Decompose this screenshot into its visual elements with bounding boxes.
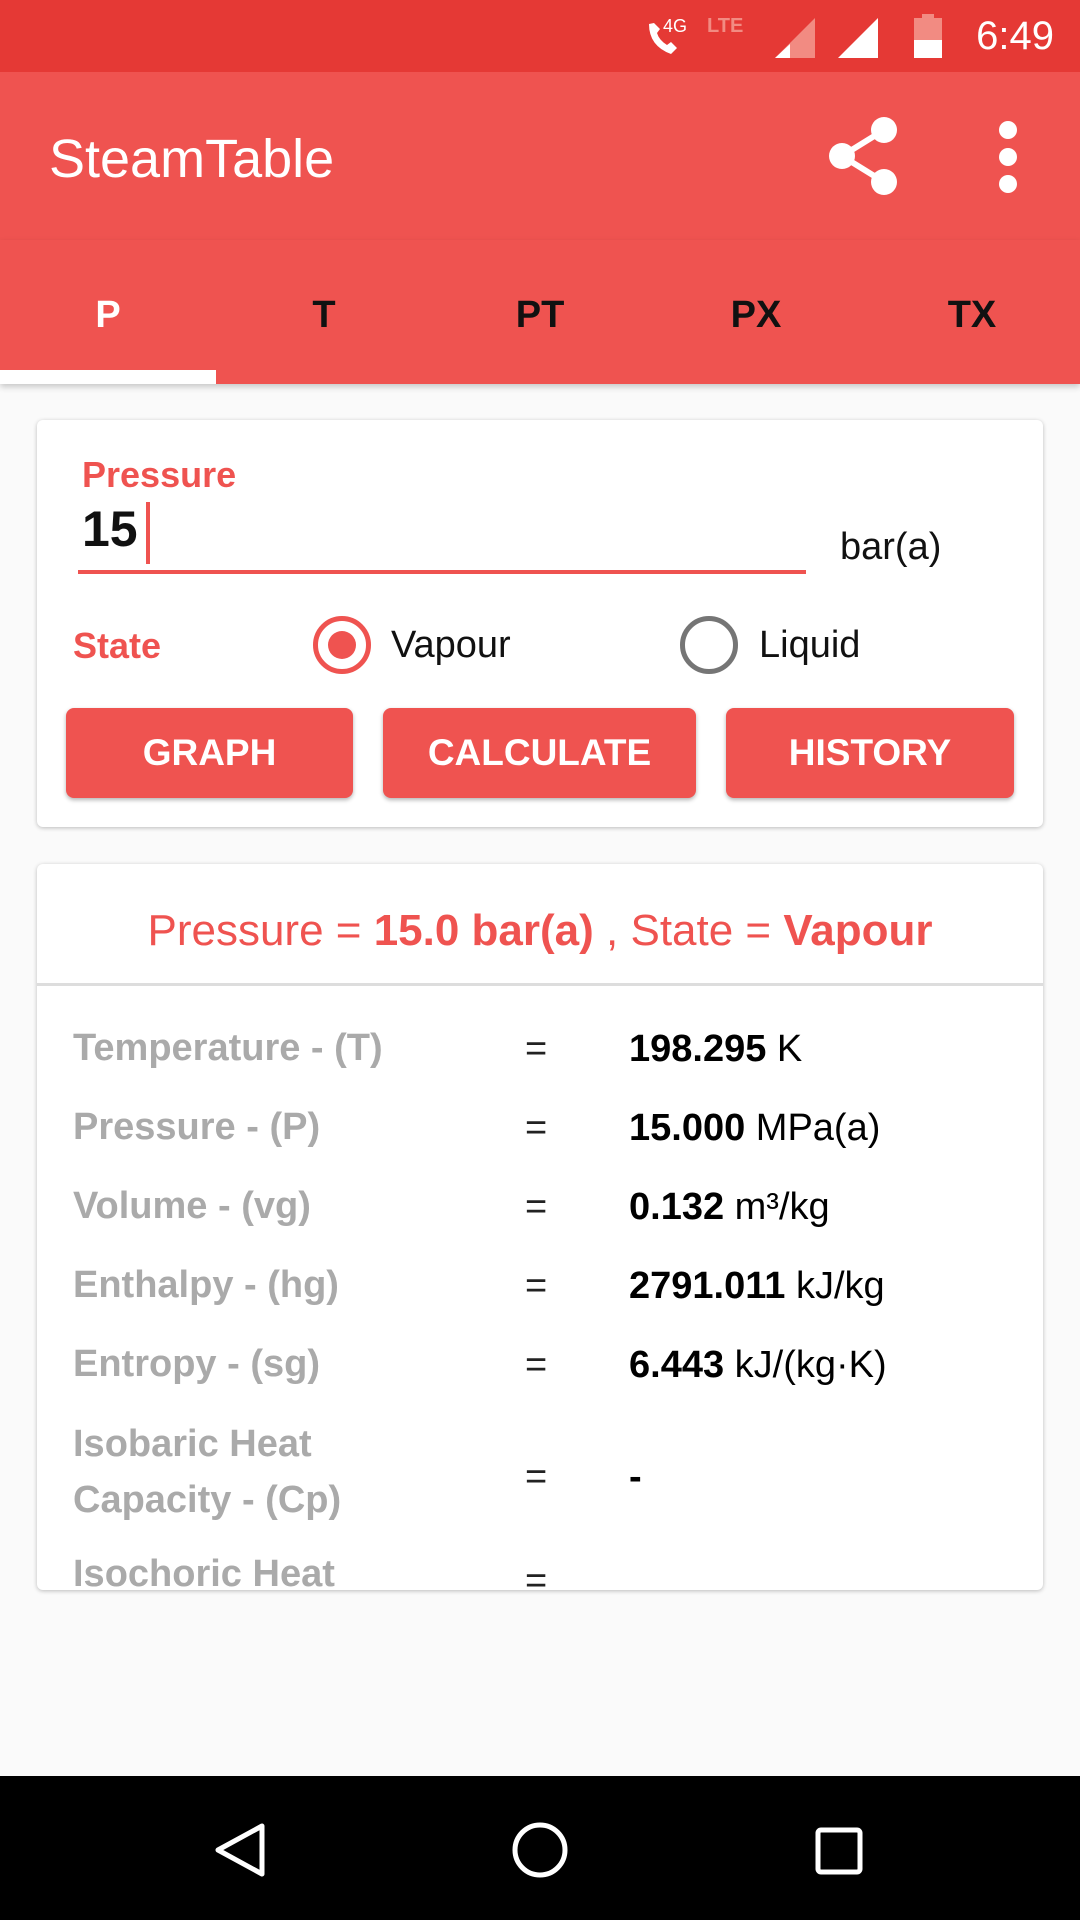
row-value: 6.443 kJ/(kg·K) [629,1344,887,1386]
lte-label: LTE [707,16,743,37]
row-value: 0.132 m³/kg [629,1186,830,1228]
pressure-label: Pressure [82,454,237,495]
tab-t[interactable]: T [216,240,432,384]
result-card: Pressure = 15.0 bar(a) , State = Vapour … [37,864,1043,1590]
recents-icon[interactable] [814,1826,864,1876]
row-eq: = [525,1186,548,1228]
row-label: Isochoric Heat [73,1553,335,1590]
graph-button[interactable]: GRAPH [66,708,353,798]
row-label: Enthalpy - (hg) [73,1264,339,1306]
row-value: - [629,1456,642,1498]
history-button[interactable]: HISTORY [726,708,1014,798]
tab-pt[interactable]: PT [432,240,648,384]
result-header: Pressure = 15.0 bar(a) , State = Vapour [37,864,1043,986]
row-label: Volume - (vg) [73,1185,311,1227]
status-icons: 4G LTE [649,16,878,58]
tab-px[interactable]: PX [648,240,864,384]
row-label: Temperature - (T) [73,1027,383,1069]
share-icon[interactable] [826,116,902,196]
clock: 6:49 [976,14,1054,58]
pressure-result: 15.0 bar(a) [373,906,594,955]
row-value: 2791.011 kJ/kg [629,1265,885,1307]
vapour-label[interactable]: Vapour [391,624,511,667]
signal-icon [775,18,815,58]
vapour-radio[interactable] [313,616,371,674]
pressure-value: 15 [82,501,138,557]
liquid-label[interactable]: Liquid [759,624,860,667]
state-label: State [73,625,162,666]
row-eq: = [525,1456,548,1498]
state-result: Vapour [783,906,933,955]
back-icon[interactable] [214,1822,266,1878]
row-eq: = [525,1344,548,1386]
pressure-input[interactable]: 15 [78,500,806,574]
row-eq: = [525,1028,548,1070]
row-value: 15.000 MPa(a) [629,1107,881,1149]
row-eq: = [525,1560,548,1590]
row-value: 198.295 K [629,1028,803,1070]
input-card: Pressure 15 bar(a) State Vapour Liquid G… [37,420,1043,827]
row-label: Entropy - (sg) [73,1343,320,1385]
tab-tx[interactable]: TX [864,240,1080,384]
battery-icon [914,14,942,58]
tab-p[interactable]: P [0,240,216,384]
unit-label: bar(a) [840,526,942,568]
signal-full-icon [838,18,878,58]
row-label: Pressure - (P) [73,1106,321,1148]
app-title: SteamTable [49,129,335,189]
state-prefix: , State = [593,906,784,955]
text-cursor [146,502,150,564]
row-eq: = [525,1107,548,1149]
row-label: Isobaric Heat Capacity - (Cp) [73,1423,342,1521]
tab-bar: P T PT PX TX [0,240,1080,384]
app-bar: SteamTable [0,72,1080,240]
home-icon[interactable] [510,1820,570,1880]
pressure-prefix: Pressure = [147,906,374,955]
status-bar: 4G LTE 6:49 [0,0,1080,72]
more-vert-icon[interactable] [994,120,1022,194]
calculate-button[interactable]: CALCULATE [383,708,696,798]
network-type: 4G [663,16,687,36]
liquid-radio[interactable] [680,616,738,674]
row-eq: = [525,1265,548,1307]
navigation-bar [0,1776,1080,1920]
